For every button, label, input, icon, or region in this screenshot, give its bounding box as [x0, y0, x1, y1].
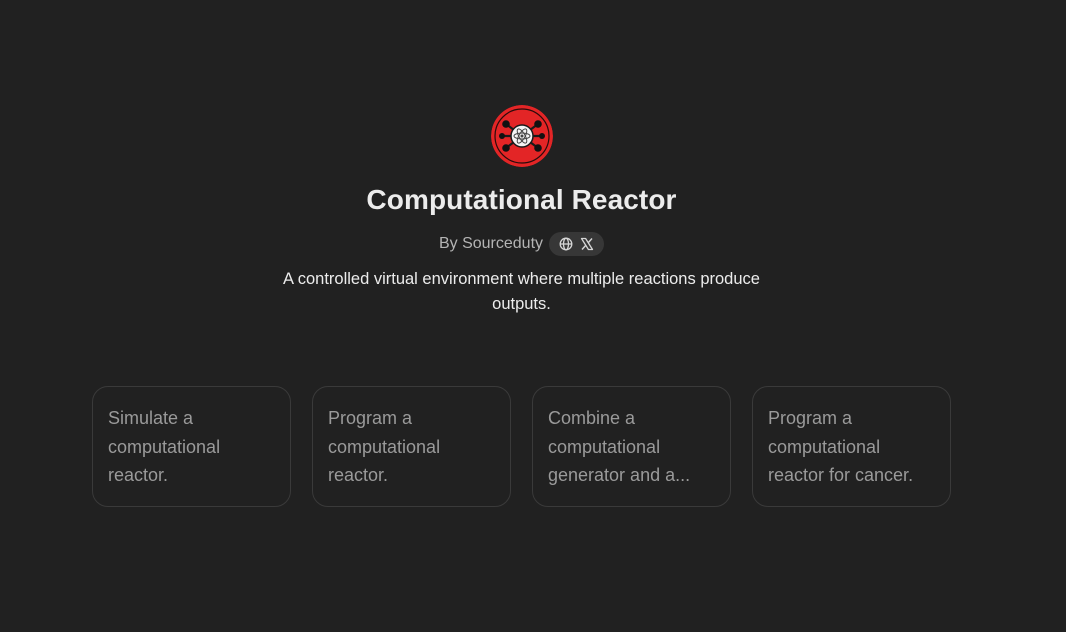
conversation-starters: Simulate a computational reactor. Progra… [92, 386, 951, 507]
conversation-starter-card[interactable]: Program a computational reactor for canc… [752, 386, 951, 507]
conversation-starter-card[interactable]: Simulate a computational reactor. [92, 386, 291, 507]
conversation-starter-text: Combine a computational generator and a.… [548, 408, 691, 485]
author-name: By Sourceduty [438, 235, 544, 252]
conversation-starter-text: Program a computational reactor. [328, 408, 441, 485]
conversation-starter-text: Simulate a computational reactor. [108, 408, 221, 485]
gpt-home: Computational Reactor By Sourceduty A co… [0, 0, 1066, 632]
globe-icon[interactable] [559, 237, 573, 251]
social-links [549, 232, 605, 256]
reactor-atom-logo-icon [491, 105, 553, 167]
conversation-starter-text: Program a computational reactor for canc… [768, 408, 914, 485]
x-icon[interactable] [580, 237, 594, 251]
gpt-description: A controlled virtual environment where m… [283, 270, 760, 313]
author-byline: By Sourceduty [0, 232, 1043, 256]
gpt-title: Computational Reactor [366, 184, 677, 215]
conversation-starter-card[interactable]: Combine a computational generator and a.… [532, 386, 731, 507]
conversation-starter-card[interactable]: Program a computational reactor. [312, 386, 511, 507]
